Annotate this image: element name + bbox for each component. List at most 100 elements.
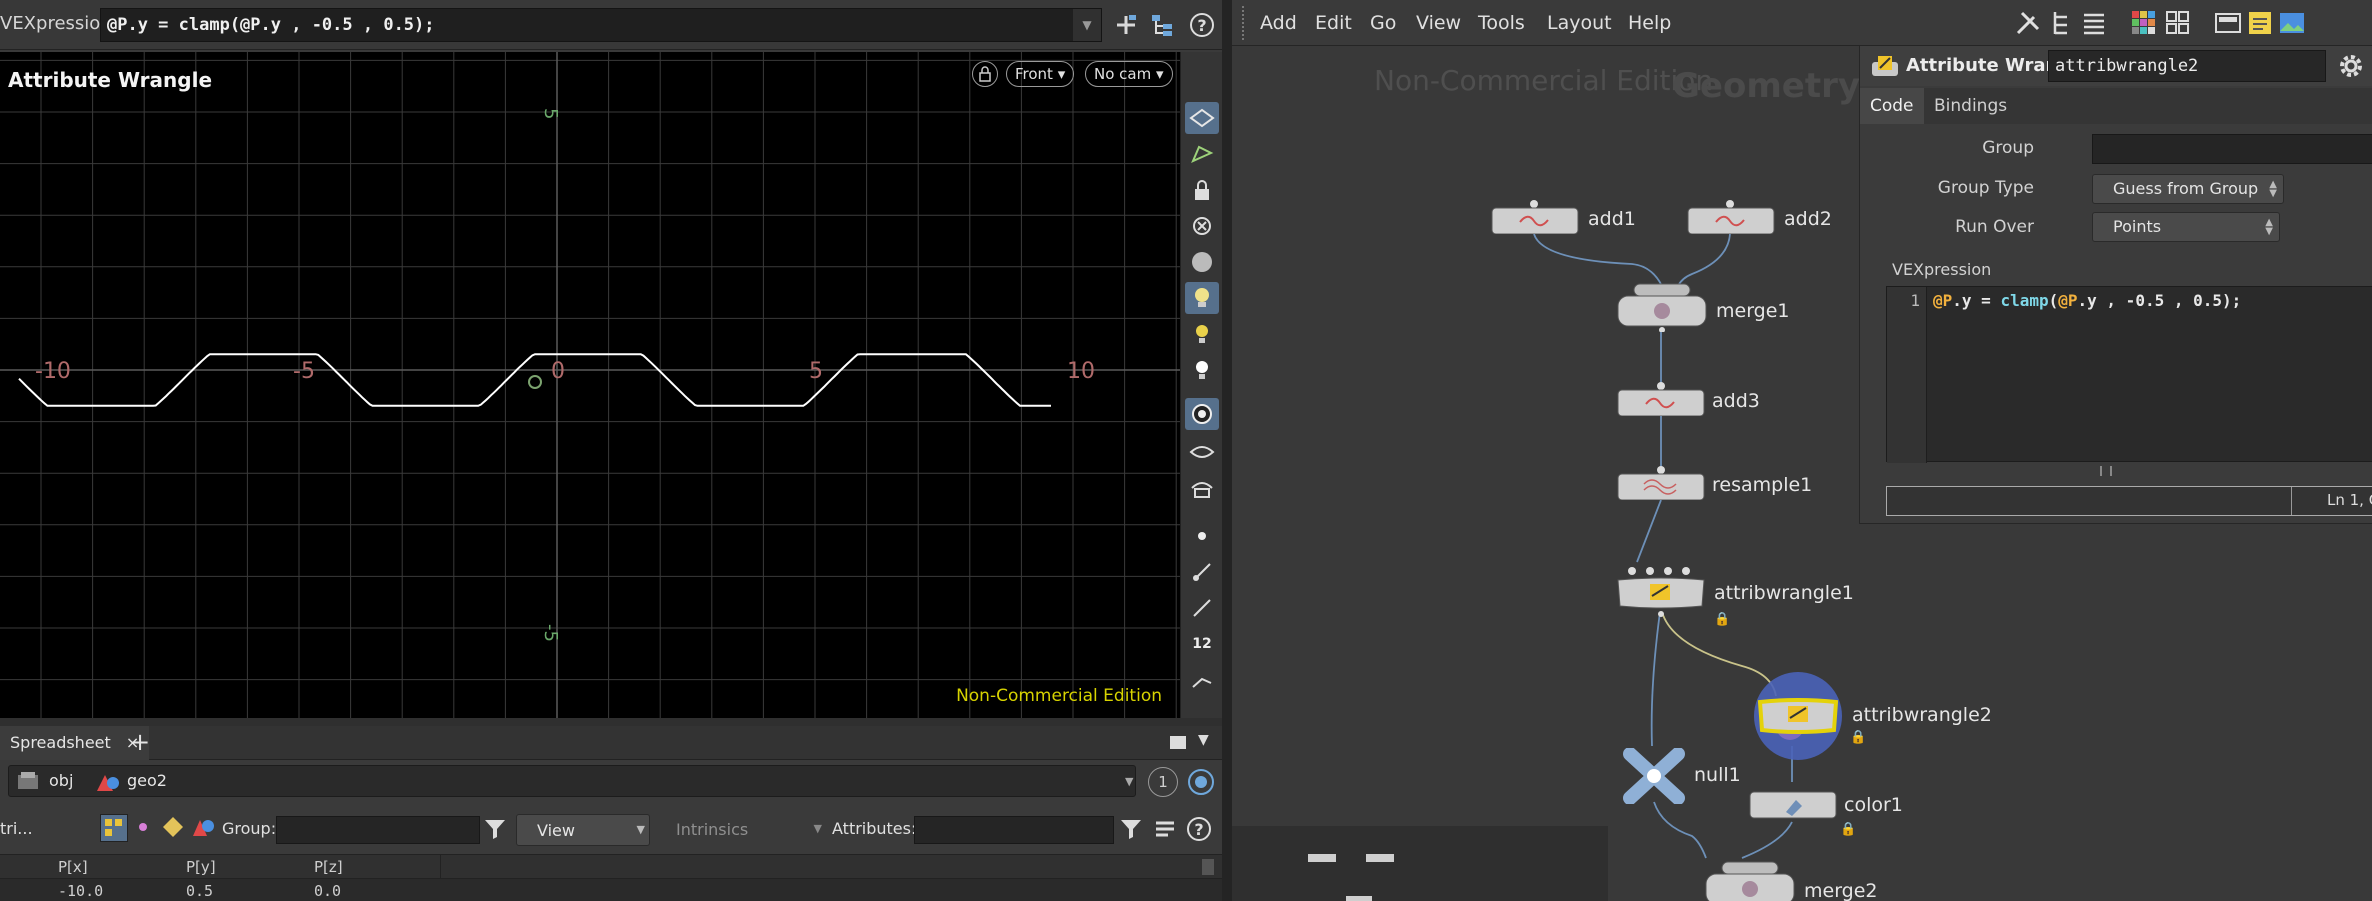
menu-add[interactable]: Add — [1260, 12, 1297, 34]
tree-view-icon[interactable] — [1146, 9, 1178, 41]
normal-display-icon[interactable] — [1185, 556, 1219, 588]
detail-mode-icon[interactable] — [190, 814, 218, 842]
tab-bindings[interactable]: Bindings — [1924, 88, 2017, 124]
camera-menu-button[interactable]: No cam ▾ — [1085, 61, 1173, 87]
vertical-scrollbar[interactable] — [1202, 859, 1214, 875]
pin-button[interactable]: 1 — [1148, 767, 1178, 797]
pane-splitter[interactable] — [0, 718, 1222, 726]
node-attribwrangle2[interactable]: attribwrangle2 🔒 — [1750, 668, 1992, 769]
add-tab-icon[interactable]: + — [130, 728, 150, 756]
point-display-icon[interactable] — [1185, 520, 1219, 552]
column-header[interactable]: P[z] — [314, 858, 343, 876]
tab-spreadsheet[interactable]: Spreadsheet × — [0, 726, 150, 760]
node-null1[interactable]: null1 — [1620, 747, 1741, 809]
node-label: add3 — [1712, 390, 1760, 412]
render-preview-icon[interactable] — [1185, 472, 1219, 504]
display-options-icon[interactable] — [1185, 102, 1219, 134]
handle-tool-icon[interactable] — [1110, 9, 1142, 41]
lock-icon[interactable] — [1185, 174, 1219, 206]
help-icon[interactable]: ? — [1186, 9, 1218, 41]
attributes-filter-input[interactable] — [914, 816, 1114, 844]
vex-code-editor[interactable]: 1 @P.y = clamp(@P.y , -0.5 , 0.5); — [1886, 286, 2372, 463]
point-numbers-icon[interactable]: 12 — [1185, 628, 1219, 660]
vertices-mode-icon[interactable] — [130, 814, 158, 842]
menu-layout[interactable]: Layout — [1547, 12, 1612, 34]
group-input[interactable] — [2092, 134, 2372, 164]
path-geo2[interactable]: geo2 — [127, 771, 167, 790]
viewport-3d[interactable]: -10 -5 0 5 10 5 -5 Attribute Wrangle Front ▾ … — [0, 52, 1180, 718]
group-funnel-icon[interactable] — [482, 816, 510, 844]
tree-layout-icon[interactable] — [2046, 7, 2078, 39]
menu-view[interactable]: View — [1416, 12, 1461, 34]
node-add3[interactable]: add3 — [1616, 382, 1760, 421]
intrinsics-menu[interactable]: Intrinsics ▼ — [656, 814, 826, 846]
vex-dropdown-arrow[interactable]: ▼ — [1073, 9, 1101, 41]
sticky-note-icon[interactable] — [2244, 7, 2276, 39]
shading-mode-icon[interactable] — [1185, 398, 1219, 430]
wrangle-node-icon — [1617, 567, 1705, 617]
menu-go[interactable]: Go — [1370, 12, 1396, 34]
node-resample1[interactable]: resample1 — [1616, 466, 1812, 505]
light-icon[interactable] — [1185, 318, 1219, 350]
primitives-mode-icon[interactable] — [160, 814, 188, 842]
node-color1[interactable]: color1 🔒 — [1748, 788, 1903, 837]
run-over-menu[interactable]: Points ▲ ▼ — [2092, 212, 2280, 242]
background-icon[interactable] — [1185, 246, 1219, 278]
group-filter-input[interactable] — [276, 816, 480, 844]
link-icon[interactable] — [1186, 767, 1216, 797]
gear-icon[interactable] — [2336, 51, 2366, 86]
node-merge1[interactable]: merge1 — [1616, 282, 1790, 337]
node-name-field[interactable]: attribwrangle2 — [2048, 50, 2326, 82]
node-add1[interactable]: add1 — [1490, 200, 1636, 239]
node-attribwrangle1[interactable]: attribwrangle1 🔒 — [1614, 566, 1854, 631]
lock-camera-icon[interactable] — [972, 61, 998, 87]
column-options-icon[interactable] — [1152, 816, 1180, 844]
pane-divider[interactable] — [1222, 0, 1232, 901]
group-type-label: Group Type — [1937, 178, 2034, 198]
headlight-icon[interactable] — [1185, 282, 1219, 314]
light-dark-icon[interactable] — [1185, 354, 1219, 386]
menu-tools[interactable]: Tools — [1478, 12, 1525, 34]
group-type-menu[interactable]: Guess from Group ▲ ▼ — [2092, 174, 2284, 204]
menubar-grip[interactable] — [1242, 6, 1246, 40]
uv-display-icon[interactable] — [1185, 664, 1219, 696]
node-lock-icon[interactable]: 🔒 — [1840, 822, 1856, 837]
menu-help[interactable]: Help — [1628, 12, 1671, 34]
node-merge2[interactable]: merge2 — [1704, 860, 1878, 901]
pane-menu-icon[interactable]: ▼ — [1198, 732, 1209, 748]
primitive-display-icon[interactable] — [1185, 592, 1219, 624]
path-field[interactable]: obj geo2 ▼ — [8, 765, 1136, 797]
editor-resize-handle[interactable] — [2100, 466, 2112, 476]
menu-edit[interactable]: Edit — [1315, 12, 1352, 34]
color-palette-icon[interactable] — [2128, 7, 2160, 39]
vex-expression-field[interactable]: @P.y = clamp(@P.y , -0.5 , 0.5); ▼ — [100, 8, 1102, 42]
close-view-icon[interactable] — [1185, 210, 1219, 242]
code-token: .y = — [1952, 291, 2001, 310]
view-menu-button[interactable]: Front ▾ — [1006, 61, 1075, 87]
view-menu[interactable]: View ▼ — [516, 814, 650, 846]
points-mode-icon[interactable] — [100, 814, 128, 842]
list-view-icon[interactable] — [2078, 7, 2110, 39]
tab-code[interactable]: Code — [1860, 88, 1924, 124]
column-header[interactable]: P[y] — [186, 858, 216, 876]
node-label: color1 — [1844, 794, 1903, 816]
node-lock-icon[interactable]: 🔒 — [1714, 612, 1730, 627]
column-header[interactable]: P[x] — [58, 858, 88, 876]
table-row[interactable]: -10.0 0.5 0.0 — [0, 879, 1222, 901]
node-add2[interactable]: add2 — [1686, 200, 1832, 239]
network-box-icon[interactable] — [2212, 7, 2244, 39]
path-dropdown-icon[interactable]: ▼ — [1125, 775, 1133, 788]
attributes-funnel-icon[interactable] — [1118, 816, 1146, 844]
group-type-value: Guess from Group — [2113, 179, 2259, 198]
shape-palette-icon[interactable] — [2162, 7, 2194, 39]
node-label: null1 — [1694, 764, 1741, 786]
attrib-class-label[interactable]: tri... — [0, 819, 33, 838]
snap-tool-icon[interactable] — [1185, 138, 1219, 170]
node-lock-icon[interactable]: 🔒 — [1850, 730, 1866, 745]
visibility-icon[interactable] — [1185, 436, 1219, 468]
background-image-icon[interactable] — [2276, 7, 2308, 39]
wrench-tools-icon[interactable] — [2012, 7, 2044, 39]
path-obj[interactable]: obj — [49, 771, 73, 790]
maximize-pane-icon[interactable] — [1170, 736, 1186, 749]
spreadsheet-help-icon[interactable]: ? — [1186, 816, 1214, 844]
